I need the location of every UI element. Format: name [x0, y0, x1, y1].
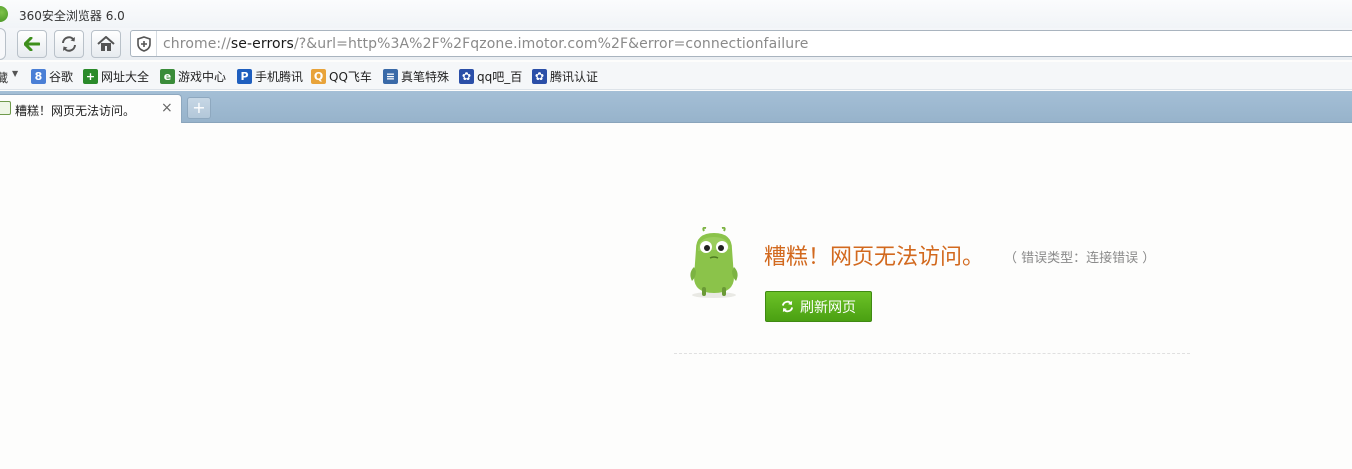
browser-logo-icon	[0, 6, 8, 22]
tab-close-icon[interactable]: ×	[161, 100, 173, 116]
tab-active[interactable]: 糟糕！网页无法访问。 ×	[0, 94, 182, 123]
back-arrow-icon	[24, 37, 40, 51]
bookmark-label: qq吧_百	[477, 69, 523, 84]
url-path: /?&url=http%3A%2F%2Fqzone.imotor.com%2F&…	[293, 36, 809, 52]
bookmark-label: 真笔特殊	[401, 69, 450, 84]
tab-strip: 糟糕！网页无法访问。 × +	[0, 91, 1352, 123]
qq-speed-icon: Q	[311, 68, 326, 84]
bookmark-item[interactable]: Q QQ飞车	[311, 67, 372, 85]
home-icon	[97, 36, 115, 51]
bookmark-label: 腾讯认证	[550, 69, 599, 84]
refresh-icon	[62, 36, 76, 52]
bookmark-label: 谷歌	[49, 69, 74, 84]
tab-title: 糟糕！网页无法访问。	[15, 104, 136, 118]
url-scheme: chrome://	[163, 36, 231, 52]
bookmark-label: 游戏中心	[178, 69, 227, 84]
sites-icon: +	[83, 68, 98, 84]
page-content: 糟糕！网页无法访问。 （ 错误类型：连接错误 ） 刷新网页	[0, 123, 1352, 469]
bookmark-item[interactable]: 8 谷歌	[31, 67, 73, 85]
p-icon: P	[237, 68, 252, 84]
refresh-page-label: 刷新网页	[800, 299, 856, 316]
toolbar-edge	[0, 28, 6, 60]
bookmark-item[interactable]: e 游戏中心	[160, 67, 226, 85]
home-button[interactable]	[91, 30, 121, 58]
back-button[interactable]	[17, 30, 47, 58]
google-icon: 8	[31, 68, 46, 84]
baidu-paw-icon: ✿	[532, 68, 547, 84]
error-type: （ 错误类型：连接错误 ）	[1004, 251, 1156, 266]
bookmark-label: 手机腾讯	[255, 69, 304, 84]
refresh-page-button[interactable]: 刷新网页	[765, 291, 872, 322]
title-bar: 360安全浏览器 6.0	[0, 0, 1352, 28]
bookmark-label: QQ飞车	[329, 69, 372, 84]
mascot-icon	[690, 227, 738, 298]
bookmark-label: 网址大全	[101, 69, 150, 84]
bookmarks-bar: 藏 ▼ 8 谷歌 + 网址大全 e 游戏中心 P 手机腾讯 Q QQ飞车 ≡ 真笔特殊 ✿ qq吧_百 ✿ 腾…	[0, 62, 1352, 90]
page-favicon-icon	[0, 101, 11, 115]
window-title: 360安全浏览器 6.0	[19, 9, 125, 23]
bookmark-item[interactable]: ≡ 真笔特殊	[383, 67, 449, 85]
url-host: se-errors	[230, 36, 294, 52]
bookmark-item[interactable]: ✿ 腾讯认证	[532, 67, 598, 85]
refresh-icon	[781, 300, 794, 313]
baidu-paw-icon: ✿	[459, 68, 474, 84]
bookmark-item[interactable]: P 手机腾讯	[237, 67, 303, 85]
error-title: 糟糕！网页无法访问。	[764, 245, 985, 270]
divider	[674, 353, 1190, 354]
favorites-menu[interactable]: 藏	[0, 69, 8, 86]
new-tab-button[interactable]: +	[187, 97, 211, 119]
url-text[interactable]: chrome://se-errors/?&url=http%3A%2F%2Fqz…	[163, 36, 808, 52]
favorites-dropdown-icon[interactable]: ▼	[12, 69, 18, 78]
navigation-toolbar: chrome://se-errors/?&url=http%3A%2F%2Fqz…	[0, 28, 1352, 60]
address-bar[interactable]: chrome://se-errors/?&url=http%3A%2F%2Fqz…	[130, 30, 1352, 57]
ie-icon: e	[160, 68, 175, 84]
bookmark-item[interactable]: ✿ qq吧_百	[459, 67, 522, 85]
security-shield-button[interactable]	[131, 31, 157, 56]
refresh-button[interactable]	[54, 30, 84, 58]
shield-icon	[136, 35, 151, 52]
bookmark-item[interactable]: + 网址大全	[83, 67, 149, 85]
page-icon: ≡	[383, 68, 398, 84]
